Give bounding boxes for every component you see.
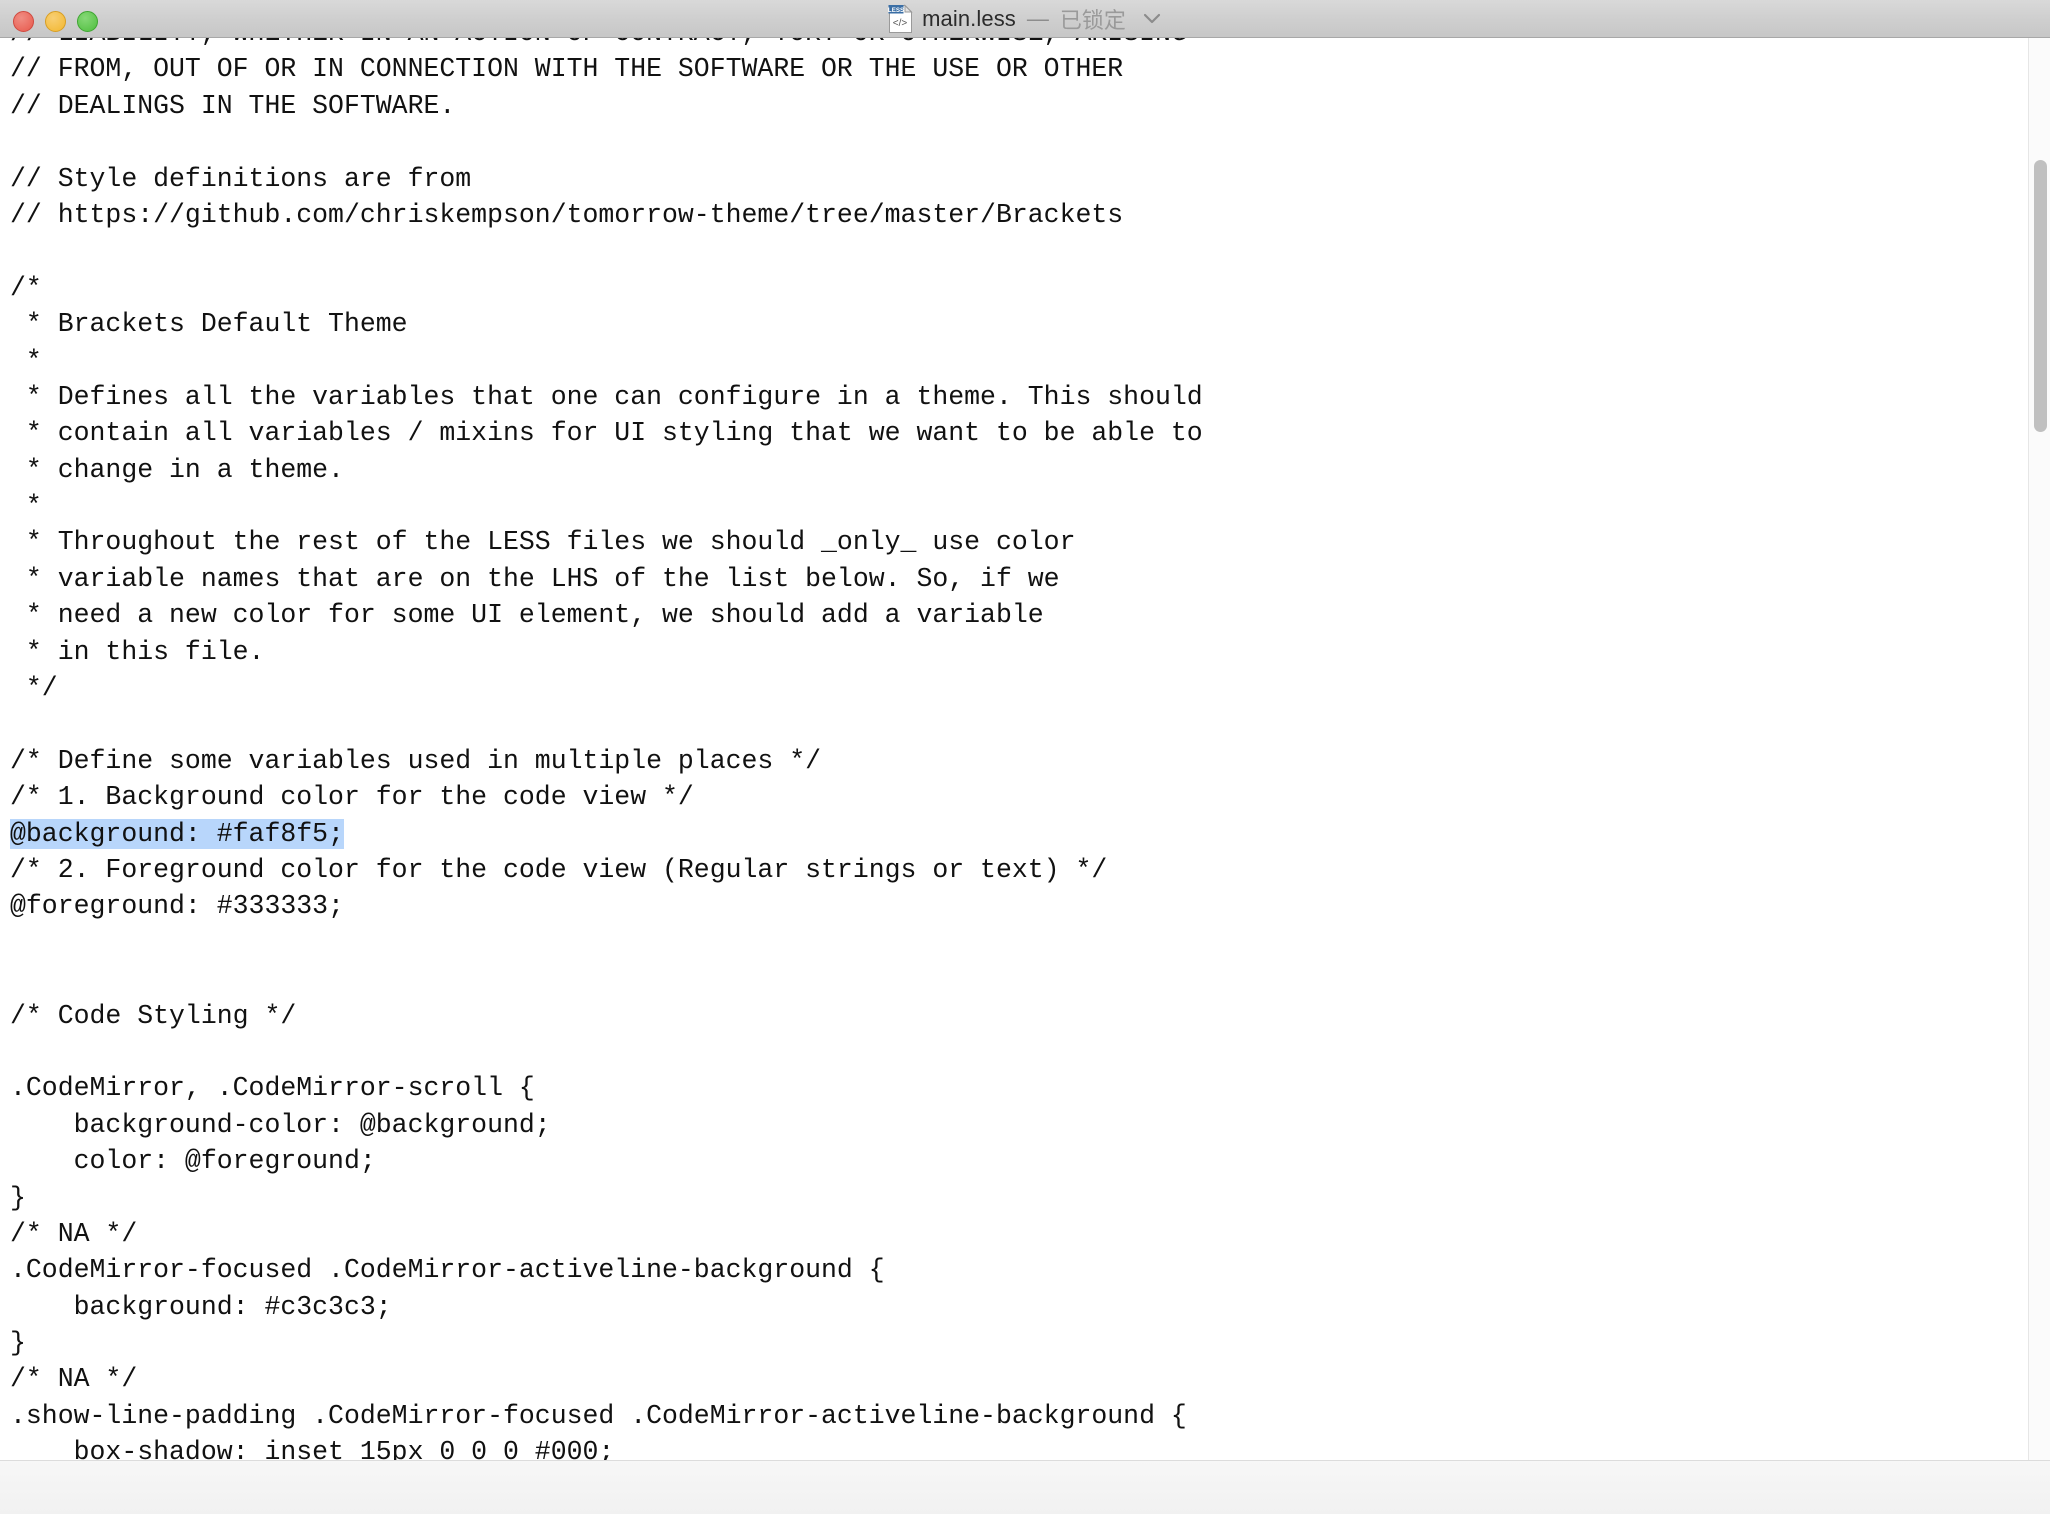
window-titlebar[interactable]: LESS </> main.less — 已锁定: [0, 0, 2050, 38]
code-line: * contain all variables / mixins for UI …: [10, 418, 1203, 449]
code-line: /* Code Styling */: [10, 1000, 297, 1031]
code-line: box-shadow: inset 15px 0 0 0 #000;: [10, 1437, 615, 1460]
code-line: */: [10, 673, 58, 704]
code-line: /*: [10, 272, 42, 303]
less-file-icon: LESS </>: [888, 3, 913, 34]
code-line: // https://github.com/chriskempson/tomor…: [10, 199, 1124, 230]
code-line: .CodeMirror, .CodeMirror-scroll {: [10, 1073, 535, 1104]
minimize-window-button[interactable]: [45, 11, 66, 32]
code-line: .show-line-padding .CodeMirror-focused .…: [10, 1400, 1187, 1431]
svg-text:</>: </>: [893, 18, 908, 29]
app-window: LESS </> main.less — 已锁定 // LIABILITY, W…: [0, 0, 2050, 1514]
code-line: color: @foreground;: [10, 1146, 376, 1177]
code-line: // DEALINGS IN THE SOFTWARE.: [10, 90, 456, 121]
vertical-scrollbar-thumb[interactable]: [2034, 160, 2047, 432]
code-line: // LIABILITY, WHETHER IN AN ACTION OF CO…: [10, 38, 1203, 51]
svg-text:LESS: LESS: [888, 7, 904, 14]
code-line: // Style definitions are from: [10, 163, 472, 194]
code-text-area[interactable]: // LIABILITY, WHETHER IN AN ACTION OF CO…: [10, 38, 1203, 1460]
code-line: @foreground: #333333;: [10, 891, 344, 922]
horizontal-scrollbar[interactable]: [0, 1460, 2050, 1514]
close-window-button[interactable]: [13, 11, 34, 32]
code-line: * in this file.: [10, 636, 265, 667]
code-line: .CodeMirror-focused .CodeMirror-activeli…: [10, 1255, 885, 1286]
window-filename: main.less: [922, 6, 1016, 31]
code-line: * variable names that are on the LHS of …: [10, 563, 1060, 594]
code-line: /* Define some variables used in multipl…: [10, 745, 822, 776]
code-line: background: #c3c3c3;: [10, 1291, 392, 1322]
chevron-down-icon[interactable]: [1142, 12, 1162, 30]
code-line: *: [10, 491, 42, 522]
selected-code-fragment: @background: #faf8f5;: [10, 818, 344, 849]
vertical-scrollbar[interactable]: [2028, 38, 2050, 1460]
code-line: * need a new color for some UI element, …: [10, 600, 1044, 631]
code-line: * change in a theme.: [10, 454, 344, 485]
code-line: // FROM, OUT OF OR IN CONNECTION WITH TH…: [10, 54, 1124, 85]
code-line: /* NA */: [10, 1218, 138, 1249]
code-line: /* 2. Foreground color for the code view…: [10, 854, 1108, 885]
code-line: * Brackets Default Theme: [10, 309, 408, 340]
code-line: @background: #faf8f5;: [10, 816, 1203, 852]
traffic-light-group: [13, 11, 98, 32]
code-line: /* NA */: [10, 1364, 138, 1395]
window-title-group: LESS </> main.less — 已锁定: [0, 0, 2050, 38]
window-lock-status: 已锁定: [1059, 8, 1126, 33]
code-line: *: [10, 345, 42, 376]
code-editor[interactable]: // LIABILITY, WHETHER IN AN ACTION OF CO…: [0, 38, 2050, 1460]
title-separator: —: [1026, 6, 1049, 31]
code-line: /* 1. Background color for the code view…: [10, 782, 694, 813]
code-line: background-color: @background;: [10, 1109, 551, 1140]
code-line: * Throughout the rest of the LESS files …: [10, 527, 1076, 558]
code-line: * Defines all the variables that one can…: [10, 381, 1203, 412]
maximize-window-button[interactable]: [77, 11, 98, 32]
code-line: }: [10, 1328, 26, 1359]
code-line: }: [10, 1182, 26, 1213]
